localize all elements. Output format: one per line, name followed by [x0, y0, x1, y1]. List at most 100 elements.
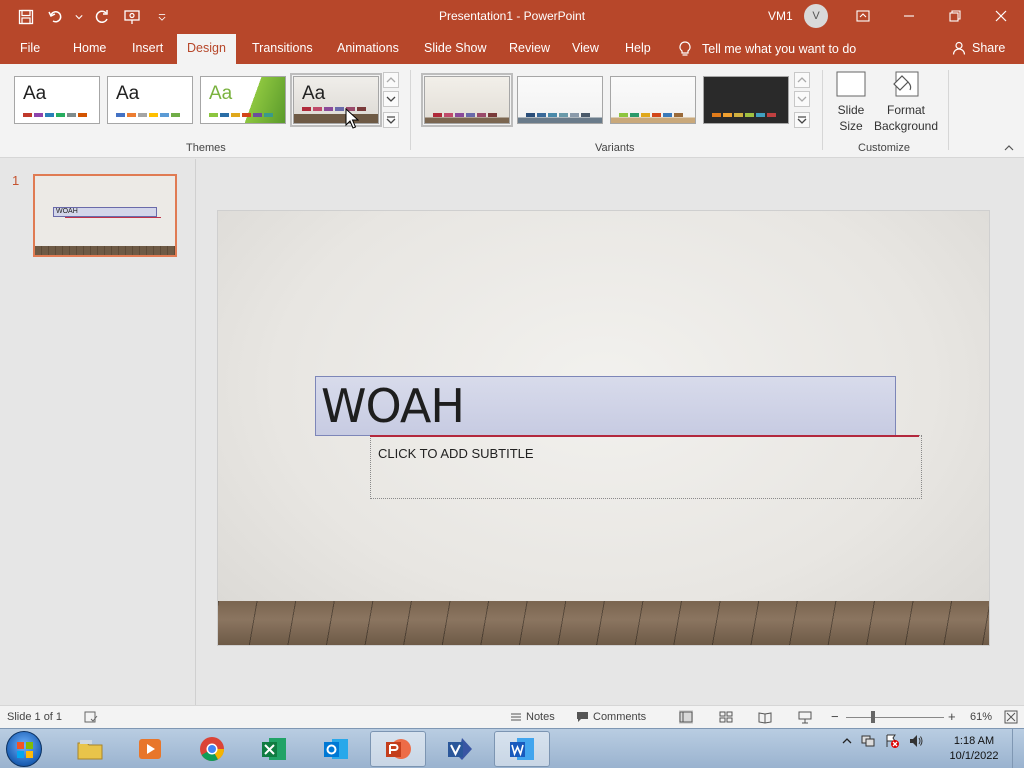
close-icon	[995, 10, 1007, 22]
windows-taskbar: 1:18 AM 10/1/2022	[0, 728, 1024, 768]
taskbar-powerpoint[interactable]	[370, 731, 426, 767]
variants-scroll-up[interactable]	[794, 72, 810, 88]
theme-office[interactable]: Aa	[14, 76, 100, 124]
variant-3[interactable]	[610, 76, 696, 124]
excel-icon	[262, 738, 286, 760]
more-icon	[797, 116, 807, 124]
tell-me-search[interactable]: Tell me what you want to do	[678, 41, 856, 57]
network-icon[interactable]	[860, 733, 876, 749]
normal-view-icon[interactable]	[679, 710, 693, 724]
share-button[interactable]: Share	[952, 41, 1005, 55]
wood-floor-graphic	[218, 601, 989, 645]
variants-scroll-down[interactable]	[794, 91, 810, 107]
taskbar-excel[interactable]	[246, 731, 302, 767]
taskbar-word[interactable]	[494, 731, 550, 767]
zoom-slider-track[interactable]	[846, 717, 944, 718]
format-background-button[interactable]: Format Background	[872, 70, 940, 134]
format-background-icon	[893, 71, 919, 97]
thumbnail-underline	[65, 217, 161, 218]
slide-size-label-2: Size	[839, 119, 863, 133]
zoom-slider-thumb[interactable]	[871, 711, 875, 723]
slide-sorter-icon[interactable]	[719, 710, 733, 724]
show-desktop-button[interactable]	[1012, 729, 1024, 768]
minimize-icon	[904, 15, 914, 17]
comments-label: Comments	[593, 711, 647, 723]
taskbar-media-player[interactable]	[122, 731, 178, 767]
slideshow-view-icon[interactable]	[798, 710, 812, 724]
tell-me-label: Tell me what you want to do	[702, 42, 857, 56]
zoom-level[interactable]: 61%	[970, 711, 992, 723]
themes-scroll-up[interactable]	[383, 72, 399, 88]
variant-1[interactable]	[421, 73, 513, 127]
action-center-icon[interactable]	[884, 733, 900, 749]
chevron-down-icon	[797, 96, 807, 102]
slide-canvas[interactable]: WOAH CLICK TO ADD SUBTITLE	[217, 210, 990, 646]
start-button[interactable]	[6, 731, 42, 767]
person-icon	[952, 41, 966, 55]
collapse-ribbon-icon[interactable]	[1004, 144, 1014, 152]
variants-more[interactable]	[794, 112, 810, 128]
notes-button[interactable]: Notes	[510, 711, 555, 723]
thumbnail-title: WOAH	[53, 207, 157, 217]
ribbon-display-icon	[856, 10, 870, 22]
restore-button[interactable]	[932, 0, 978, 32]
customize-group-label: Customize	[858, 142, 910, 154]
tab-view[interactable]: View	[562, 34, 609, 64]
avatar[interactable]: V	[804, 4, 828, 28]
slide-thumbnail[interactable]: WOAH	[33, 174, 177, 257]
tab-review[interactable]: Review	[499, 34, 560, 64]
subtitle-placeholder[interactable]: CLICK TO ADD SUBTITLE	[370, 435, 922, 499]
format-background-label-2: Background	[873, 119, 939, 133]
user-name[interactable]: VM1	[768, 9, 793, 23]
slide-size-label: Slide	[837, 103, 865, 117]
taskbar-visio[interactable]	[432, 731, 488, 767]
tab-file[interactable]: File	[10, 34, 50, 64]
tab-transitions[interactable]: Transitions	[242, 34, 323, 64]
zoom-out-button[interactable]: −	[831, 709, 839, 724]
design-ribbon: Aa Aa Aa Aa Themes Variants Slide Size F…	[0, 64, 1024, 158]
taskbar-outlook[interactable]	[308, 731, 364, 767]
taskbar-file-explorer[interactable]	[62, 731, 118, 767]
close-button[interactable]	[978, 0, 1024, 32]
status-bar: Slide 1 of 1 Notes Comments − + 61%	[0, 705, 1024, 728]
tab-insert[interactable]: Insert	[122, 34, 173, 64]
clock-time: 1:18 AM	[953, 735, 995, 747]
theme-facet[interactable]: Aa	[200, 76, 286, 124]
fit-to-window-icon[interactable]	[1004, 710, 1018, 724]
zoom-in-button[interactable]: +	[948, 709, 956, 724]
visio-icon	[448, 738, 472, 760]
theme-swatches	[209, 113, 273, 117]
variant-4[interactable]	[703, 76, 789, 124]
chrome-icon	[200, 737, 224, 762]
comments-button[interactable]: Comments	[576, 711, 646, 723]
taskbar-chrome[interactable]	[184, 731, 240, 767]
group-separator	[822, 70, 823, 150]
minimize-button[interactable]	[886, 0, 932, 32]
taskbar-clock[interactable]: 1:18 AM 10/1/2022	[944, 734, 1004, 764]
accessibility-icon[interactable]	[84, 710, 98, 724]
tab-slide-show[interactable]: Slide Show	[414, 34, 497, 64]
themes-more[interactable]	[383, 112, 399, 128]
powerpoint-icon	[386, 739, 411, 759]
variant-swatches	[712, 113, 776, 117]
variant-swatches	[526, 113, 590, 117]
title-placeholder[interactable]: WOAH	[315, 376, 896, 436]
reading-view-icon[interactable]	[758, 710, 772, 724]
subtitle-text: CLICK TO ADD SUBTITLE	[378, 446, 534, 461]
ribbon-display-options-button[interactable]	[840, 0, 886, 32]
themes-scroll-down[interactable]	[383, 91, 399, 107]
theme-preview-text: Aa	[23, 83, 47, 104]
group-separator	[948, 70, 949, 150]
variant-2[interactable]	[517, 76, 603, 124]
tab-design[interactable]: Design	[177, 34, 236, 64]
tab-animations[interactable]: Animations	[327, 34, 409, 64]
show-hidden-icons-icon[interactable]	[842, 736, 852, 746]
tab-home[interactable]: Home	[63, 34, 116, 64]
tab-help[interactable]: Help	[615, 34, 661, 64]
volume-icon[interactable]	[908, 733, 924, 749]
theme-preview-text: Aa	[302, 83, 326, 104]
theme-wood-type[interactable]: Aa	[290, 73, 382, 127]
slide-size-button[interactable]: Slide Size	[830, 70, 872, 134]
ribbon-tabs: File Home Insert Design Transitions Anim…	[0, 34, 1024, 64]
theme-office-blank[interactable]: Aa	[107, 76, 193, 124]
